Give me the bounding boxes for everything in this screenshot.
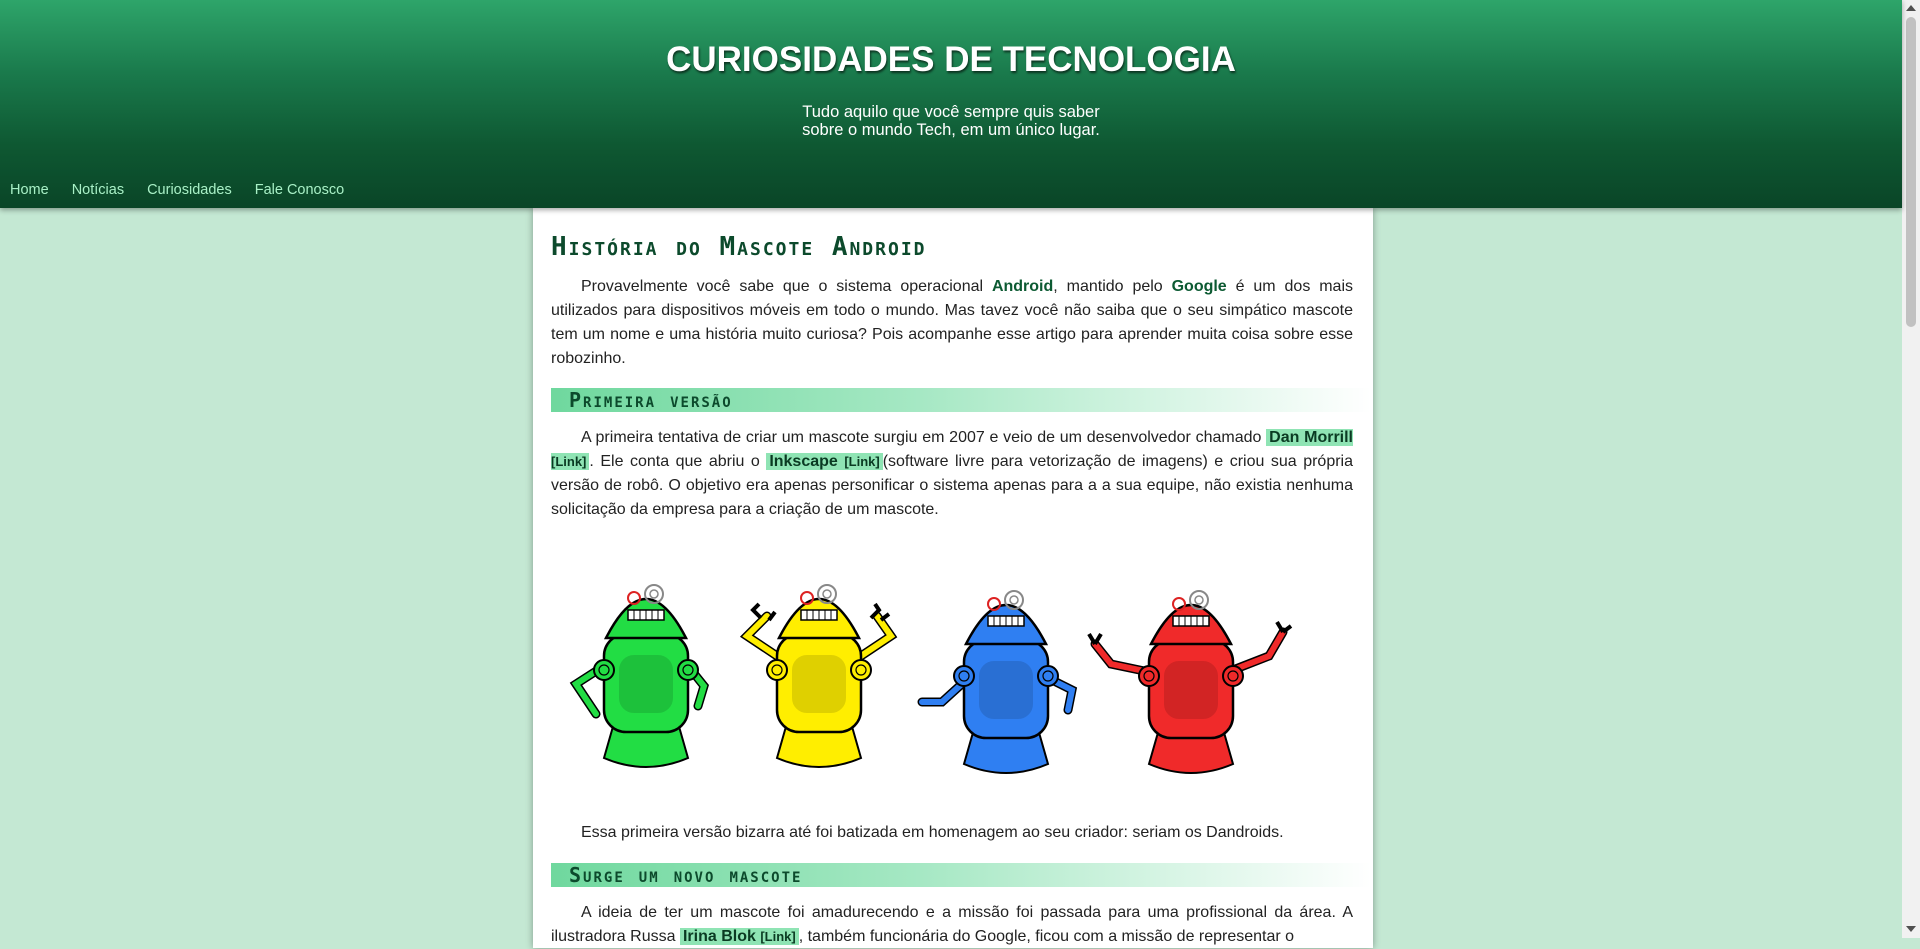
main-nav: Home Notícias Curiosidades Fale Conosco (10, 182, 367, 198)
link-dan-morrill-name: Dan Morrill (1269, 429, 1354, 446)
subtitle-line-2: sobre o mundo Tech, em um único lugar. (802, 121, 1100, 139)
nav-item-fale-conosco[interactable]: Fale Conosco (255, 182, 344, 198)
nav-item-noticias[interactable]: Notícias (72, 182, 124, 198)
section2-paragraph: A ideia de ter um mascote foi amadurecen… (551, 901, 1353, 949)
section1-paragraph: A primeira tentativa de criar um mascote… (551, 426, 1354, 522)
red-robot (1087, 589, 1293, 775)
blue-robot (917, 589, 1078, 775)
s1-text-1: A primeira tentativa de criar um mascote… (581, 429, 1267, 446)
s1-text-2: . Ele conta que abriu o (589, 453, 767, 470)
intro-text-2: , mantido pelo (1053, 278, 1172, 295)
keyword-android: Android (991, 278, 1054, 295)
intro-paragraph: Provavelmente você sabe que o sistema op… (551, 275, 1353, 371)
scroll-thumb[interactable] (1906, 17, 1916, 327)
section1-paragraph-2: Essa primeira versão bizarra até foi bat… (581, 824, 1284, 841)
subtitle-line-1: Tudo aquilo que você sempre quis saber (802, 103, 1100, 121)
link-inkscape-name: Inkscape (769, 453, 838, 470)
article-title: História do Mascote Android (551, 232, 927, 262)
yellow-robot (739, 583, 898, 769)
dandroids-image (569, 583, 1293, 775)
site-subtitle: Tudo aquilo que você sempre quis saber s… (0, 103, 1902, 139)
vertical-scrollbar[interactable] (1902, 0, 1920, 938)
link-inkscape[interactable]: Inkscape [Link] (766, 453, 883, 470)
nav-item-home[interactable]: Home (10, 182, 49, 198)
green-robot (569, 583, 709, 769)
site-title: CURIOSIDADES DE TECNOLOGIA (666, 40, 1236, 79)
keyword-google: Google (1171, 278, 1227, 295)
article-container: História do Mascote Android Provavelment… (533, 208, 1373, 948)
section-heading-surge-novo-mascote: Surge um novo mascote (551, 863, 1371, 887)
link-irina-blok-tag: [Link] (760, 929, 796, 944)
scroll-down-icon[interactable] (1906, 926, 1916, 932)
link-inkscape-tag: [Link] (844, 454, 880, 469)
section-heading-primeira-versao: Primeira versão (551, 388, 1371, 412)
intro-text-1: Provavelmente você sabe que o sistema op… (581, 278, 992, 295)
s2-text-2: , também funcionária do Google, ficou co… (798, 928, 1295, 945)
scroll-up-icon[interactable] (1906, 5, 1916, 11)
nav-item-curiosidades[interactable]: Curiosidades (147, 182, 232, 198)
link-dan-morrill-tag: [Link] (551, 454, 587, 469)
site-header: CURIOSIDADES DE TECNOLOGIA Tudo aquilo q… (0, 0, 1902, 208)
link-irina-blok[interactable]: Irina Blok [Link] (679, 928, 799, 945)
link-irina-blok-name: Irina Blok (682, 928, 756, 945)
